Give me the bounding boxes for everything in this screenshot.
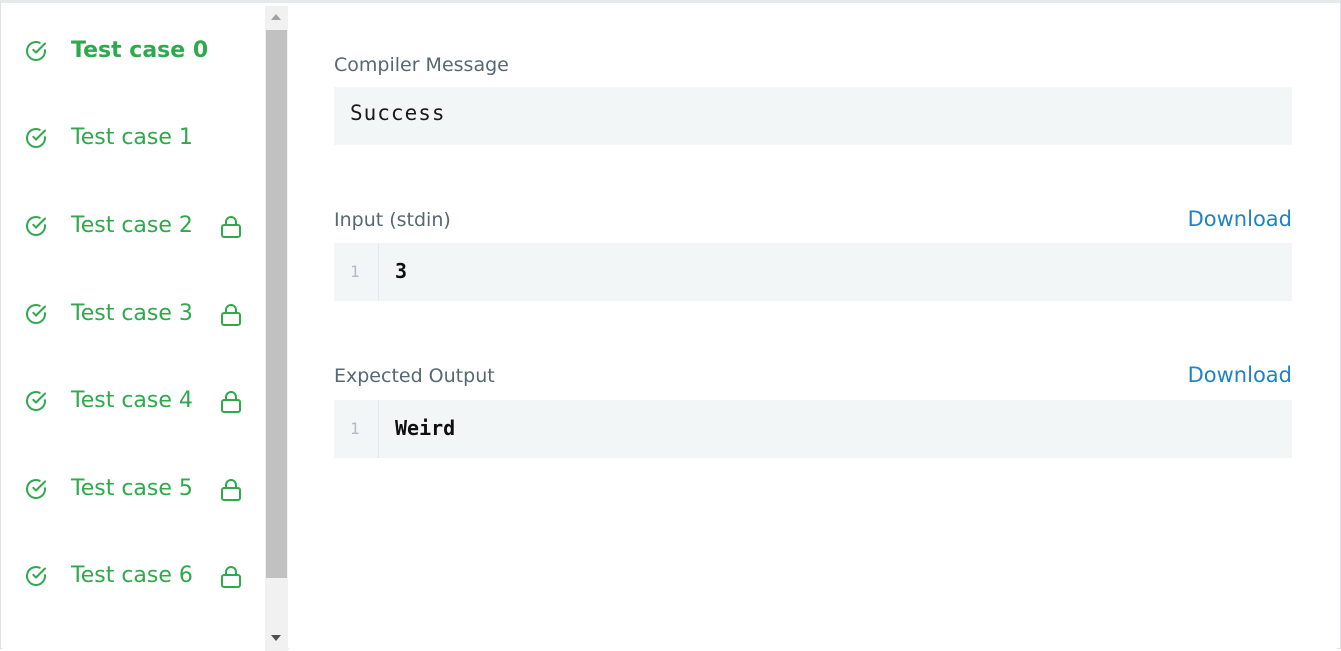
- test-case-label: Test case 5: [71, 476, 193, 501]
- test-case-label: Test case 3: [71, 301, 193, 326]
- check-circle-icon: [26, 304, 46, 324]
- compiler-message-label: Compiler Message: [334, 54, 509, 76]
- check-circle-icon: [26, 479, 46, 499]
- input-line-text: 3: [395, 259, 408, 283]
- line-number: 1: [350, 419, 360, 438]
- check-circle-icon: [26, 216, 46, 236]
- test-case-label: Test case 4: [71, 388, 193, 413]
- line-number: 1: [350, 262, 360, 281]
- input-box: 1 3: [334, 243, 1292, 301]
- test-case-item-3[interactable]: Test case 3: [2, 294, 265, 334]
- expected-output-download-link[interactable]: Download: [1188, 363, 1292, 387]
- test-case-label: Test case 6: [71, 563, 193, 588]
- input-label: Input (stdin): [334, 209, 451, 231]
- test-case-item-0[interactable]: Test case 0: [2, 31, 265, 71]
- test-case-item-6[interactable]: Test case 6: [2, 556, 265, 596]
- test-case-item-1[interactable]: Test case 1: [2, 118, 265, 158]
- test-case-item-2[interactable]: Test case 2: [2, 206, 265, 246]
- compiler-message-box: Success: [334, 87, 1292, 145]
- scroll-thumb[interactable]: [266, 30, 287, 578]
- test-case-item-5[interactable]: Test case 5: [2, 469, 265, 509]
- check-circle-icon: [26, 128, 46, 148]
- expected-output-line-text: Weird: [395, 416, 456, 440]
- compiler-message-text: Success: [350, 101, 446, 125]
- expected-output-label: Expected Output: [334, 365, 495, 387]
- line-gutter: 1: [334, 243, 379, 301]
- lock-icon: [221, 216, 241, 238]
- test-case-label: Test case 1: [71, 125, 193, 150]
- input-download-link[interactable]: Download: [1188, 207, 1292, 231]
- lock-icon: [221, 479, 241, 501]
- line-gutter: 1: [334, 400, 379, 458]
- check-circle-icon: [26, 391, 46, 411]
- results-panel: Test case 0 Test case 1 Test case 2 Test…: [0, 0, 1341, 651]
- test-case-item-4[interactable]: Test case 4: [2, 381, 265, 421]
- lock-icon: [221, 391, 241, 413]
- test-case-list-scrollbar[interactable]: [265, 6, 288, 651]
- test-case-detail: Compiler Message Success Input (stdin) D…: [289, 6, 1337, 651]
- lock-icon: [221, 566, 241, 588]
- expected-output-box: 1 Weird: [334, 400, 1292, 458]
- scroll-down-arrow-icon[interactable]: [271, 635, 281, 641]
- lock-icon: [221, 304, 241, 326]
- test-case-label: Test case 2: [71, 213, 193, 238]
- check-circle-icon: [26, 566, 46, 586]
- test-case-list: Test case 0 Test case 1 Test case 2 Test…: [2, 6, 265, 651]
- test-case-label: Test case 0: [71, 38, 209, 63]
- check-circle-icon: [26, 41, 46, 61]
- scroll-up-arrow-icon[interactable]: [271, 14, 281, 20]
